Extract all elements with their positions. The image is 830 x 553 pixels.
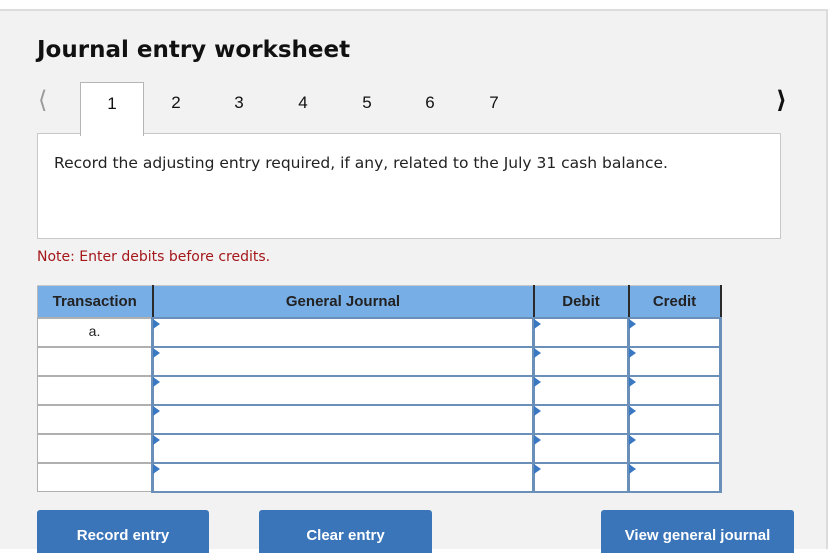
- debit-input[interactable]: [535, 406, 627, 432]
- view-general-journal-button[interactable]: View general journal: [601, 510, 794, 553]
- tab-5[interactable]: 5: [335, 82, 399, 134]
- table-row: [37, 345, 722, 377]
- credit-cell: [627, 403, 722, 435]
- account-input[interactable]: [154, 406, 532, 432]
- tab-2[interactable]: 2: [144, 82, 208, 134]
- account-cell: [151, 432, 535, 464]
- credit-cell: [627, 345, 722, 377]
- account-input[interactable]: [154, 377, 532, 403]
- transaction-cell: [37, 403, 153, 434]
- tab-7[interactable]: 7: [462, 82, 526, 134]
- tab-1[interactable]: 1: [80, 82, 144, 136]
- credit-input[interactable]: [630, 464, 719, 490]
- table-row: a.: [37, 316, 722, 348]
- instruction-text: Record the adjusting entry required, if …: [54, 154, 668, 172]
- clear-entry-button[interactable]: Clear entry: [259, 510, 432, 553]
- debit-input[interactable]: [535, 435, 627, 461]
- account-cell: [151, 316, 535, 348]
- account-cell: [151, 345, 535, 377]
- table-row: [37, 374, 722, 406]
- table-row: [37, 432, 722, 464]
- chevron-left-icon[interactable]: ⟨: [38, 88, 47, 112]
- instruction-box: Record the adjusting entry required, if …: [37, 133, 781, 239]
- note-text: Note: Enter debits before credits.: [37, 249, 271, 265]
- header-credit: Credit: [628, 285, 722, 318]
- account-input[interactable]: [154, 348, 532, 374]
- credit-cell: [627, 432, 722, 464]
- debit-cell: [532, 403, 630, 435]
- record-entry-button[interactable]: Record entry: [37, 510, 209, 553]
- debit-cell: [532, 345, 630, 377]
- credit-input[interactable]: [630, 435, 719, 461]
- account-cell: [151, 461, 535, 493]
- account-input[interactable]: [154, 319, 532, 345]
- credit-cell: [627, 374, 722, 406]
- transaction-cell: [37, 345, 153, 376]
- debit-input[interactable]: [535, 377, 627, 403]
- worksheet-panel: Journal entry worksheet ⟨ 1 2 3 4 5 6 7 …: [0, 9, 828, 553]
- entry-tabs: ⟨ 1 2 3 4 5 6 7 ⟩: [0, 82, 828, 136]
- debit-input[interactable]: [535, 319, 627, 345]
- debit-cell: [532, 316, 630, 348]
- tab-4[interactable]: 4: [271, 82, 335, 134]
- account-cell: [151, 403, 535, 435]
- account-input[interactable]: [154, 464, 532, 490]
- debit-cell: [532, 432, 630, 464]
- transaction-cell: [37, 432, 153, 463]
- debit-input[interactable]: [535, 348, 627, 374]
- debit-cell: [532, 374, 630, 406]
- table-row: [37, 461, 722, 493]
- transaction-cell: [37, 374, 153, 405]
- table-header-row: Transaction General Journal Debit Credit: [37, 285, 722, 318]
- credit-input[interactable]: [630, 348, 719, 374]
- page-title: Journal entry worksheet: [37, 37, 351, 63]
- credit-cell: [627, 461, 722, 493]
- credit-input[interactable]: [630, 406, 719, 432]
- debit-cell: [532, 461, 630, 493]
- table-row: [37, 403, 722, 435]
- credit-input[interactable]: [630, 377, 719, 403]
- header-debit: Debit: [533, 285, 630, 318]
- debit-input[interactable]: [535, 464, 627, 490]
- tab-6[interactable]: 6: [398, 82, 462, 134]
- chevron-right-icon[interactable]: ⟩: [776, 88, 787, 112]
- header-general-journal: General Journal: [152, 285, 535, 318]
- tab-3[interactable]: 3: [207, 82, 271, 134]
- account-input[interactable]: [154, 435, 532, 461]
- transaction-cell: [37, 461, 153, 492]
- credit-cell: [627, 316, 722, 348]
- journal-table: Transaction General Journal Debit Credit…: [37, 285, 722, 493]
- account-cell: [151, 374, 535, 406]
- transaction-cell: a.: [37, 316, 153, 347]
- header-transaction: Transaction: [37, 285, 154, 318]
- credit-input[interactable]: [630, 319, 719, 345]
